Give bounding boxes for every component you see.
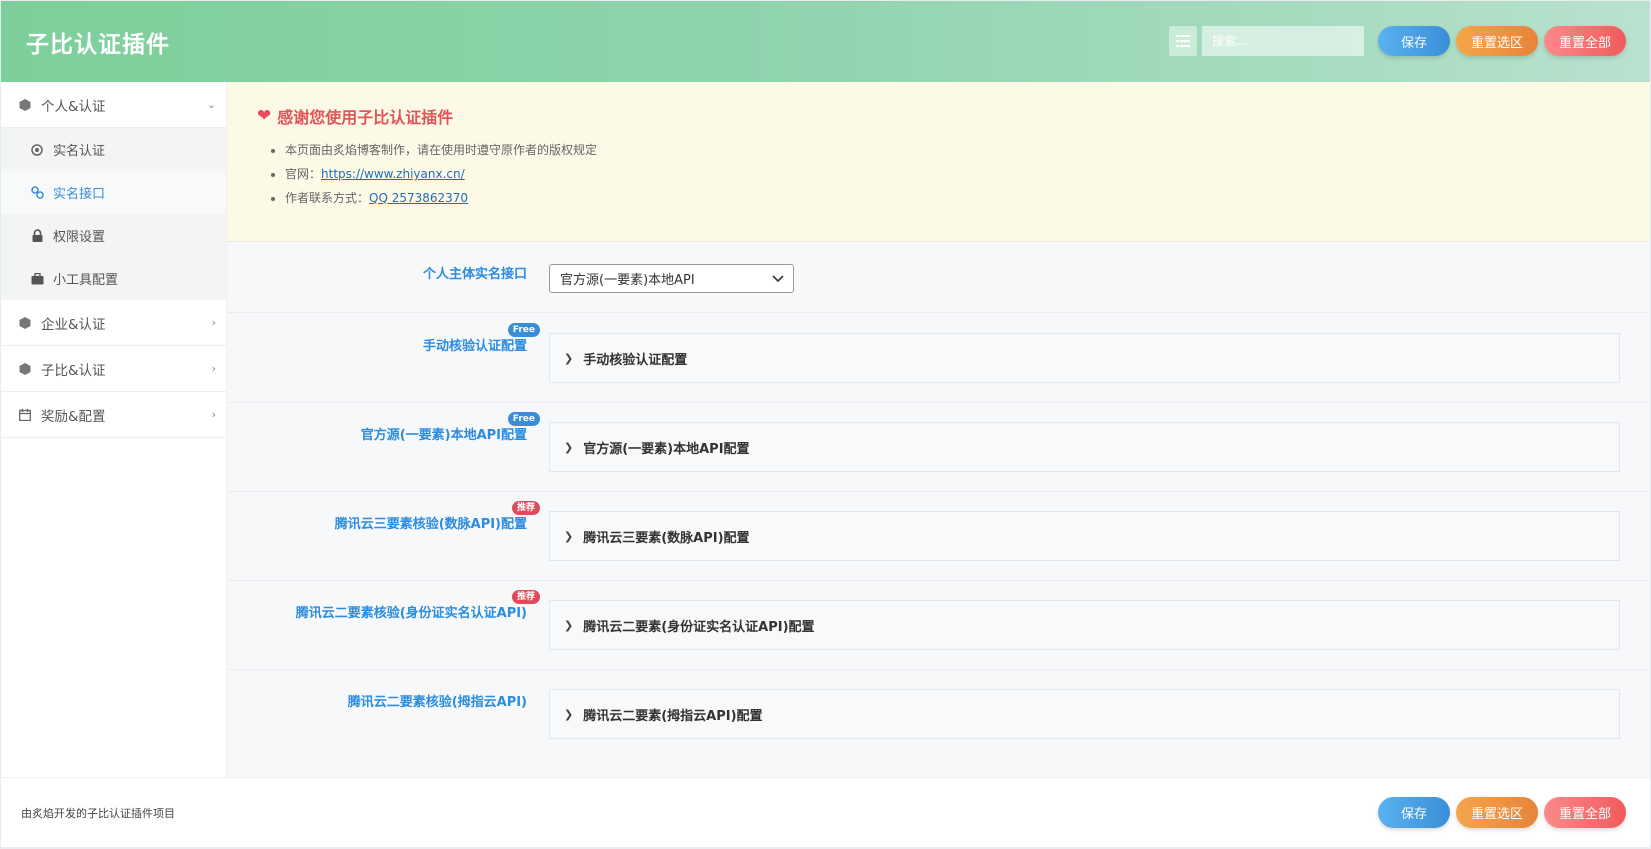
field-row-personal-api: 个人主体实名接口 官方源(一要素)本地API [227,242,1650,313]
target-icon [29,143,45,156]
field-row-manual: 手动核验认证配置 Free ❯ 手动核验认证配置 [227,313,1650,403]
app-frame: 子比认证插件 保存 重置选区 重置全部 个人&认证 ⌄ 实名认证 [1,1,1650,847]
personal-api-select[interactable]: 官方源(一要素)本地API [549,264,794,293]
sidebar-group-personal[interactable]: 个人&认证 ⌄ [1,82,226,128]
select-value: 官方源(一要素)本地API [560,273,695,288]
field-row-tencent-two-thumb: 腾讯云二要素核验(拇指云API) ❯ 腾讯云二要素(拇指云API)配置 [227,670,1650,760]
notice-box: ❤ 感谢您使用子比认证插件 本页面由炙焰博客制作，请在使用时遵守原作者的版权规定… [227,82,1650,242]
field-label: 官方源(一要素)本地API配置 Free [360,412,540,443]
field-label-text: 腾讯云二要素核验(身份证实名认证API) [295,606,527,621]
chevron-right-icon: ❯ [564,618,574,632]
free-badge: Free [507,323,540,337]
lock-icon [29,229,45,242]
app-title: 子比认证插件 [26,32,170,58]
field-label: 个人主体实名接口 [422,267,527,282]
collapse-panel-official[interactable]: ❯ 官方源(一要素)本地API配置 [549,422,1620,472]
field-row-tencent-three: 腾讯云三要素核验(数脉API)配置 推荐 ❯ 腾讯云三要素(数脉API)配置 [227,492,1650,581]
collapse-panel-tencent-three[interactable]: ❯ 腾讯云三要素(数脉API)配置 [549,511,1620,561]
calendar-icon [17,408,33,421]
footer-toolbar: 保存 重置选区 重置全部 [1372,797,1626,828]
link-icon [29,186,45,199]
sidebar-group-label: 个人&认证 [41,98,106,115]
sidebar-group-zibi[interactable]: 子比&认证 › [1,346,226,392]
sidebar: 个人&认证 ⌄ 实名认证 实名接口 权限设置 小工具配置 企业&认证 › 子比&… [1,82,227,777]
sidebar-group-rewards[interactable]: 奖励&配置 › [1,392,226,438]
header-toolbar: 保存 重置选区 重置全部 [1169,26,1626,56]
header-reset-section-button[interactable]: 重置选区 [1456,26,1538,56]
collapse-panel-manual[interactable]: ❯ 手动核验认证配置 [549,333,1620,383]
contact-link[interactable]: QQ 2573862370 [369,191,468,205]
chevron-right-icon: › [211,316,216,329]
collapse-panel-tencent-two-id[interactable]: ❯ 腾讯云二要素(身份证实名认证API)配置 [549,600,1620,650]
sidebar-item-widgets[interactable]: 小工具配置 [1,257,226,300]
footer-reset-all-button[interactable]: 重置全部 [1544,797,1626,828]
footer-text: 由炙焰开发的子比认证插件项目 [21,807,175,820]
heart-icon: ❤ [257,106,272,126]
sidebar-item-label: 实名认证 [53,144,106,159]
sidebar-group-enterprise[interactable]: 企业&认证 › [1,300,226,346]
cube-icon [17,98,33,111]
recommend-badge: 推荐 [511,590,540,604]
collapse-title: 腾讯云二要素(拇指云API)配置 [583,708,763,724]
sidebar-group-label: 子比&认证 [41,362,106,379]
search-input[interactable] [1202,26,1364,56]
collapse-panel-tencent-two-thumb[interactable]: ❯ 腾讯云二要素(拇指云API)配置 [549,689,1620,739]
collapse-title: 腾讯云二要素(身份证实名认证API)配置 [583,619,815,635]
sidebar-item-api[interactable]: 实名接口 [1,171,226,214]
free-badge: Free [507,412,540,426]
chevron-right-icon: › [211,408,216,421]
notice-title-text: 感谢您使用子比认证插件 [277,108,454,127]
briefcase-icon [29,272,45,285]
main-panel: ❤ 感谢您使用子比认证插件 本页面由炙焰博客制作，请在使用时遵守原作者的版权规定… [227,82,1650,777]
footer-reset-section-button[interactable]: 重置选区 [1456,797,1538,828]
notice-title: ❤ 感谢您使用子比认证插件 [257,104,1620,128]
site-link[interactable]: https://www.zhiyanx.cn/ [321,167,465,181]
field-label-text: 腾讯云三要素核验(数脉API)配置 [334,517,527,532]
notice-site-prefix: 官网： [285,167,322,181]
notice-line: 官网：https://www.zhiyanx.cn/ [285,162,1620,186]
cube-icon [17,316,33,329]
chevron-right-icon: › [211,362,216,375]
field-label-text: 腾讯云二要素核验(拇指云API) [347,695,527,710]
chevron-right-icon: ❯ [564,529,574,543]
notice-list: 本页面由炙焰博客制作，请在使用时遵守原作者的版权规定 官网：https://ww… [257,138,1620,210]
footer-bar: 由炙焰开发的子比认证插件项目 保存 重置选区 重置全部 [1,777,1650,847]
header-bar: 子比认证插件 保存 重置选区 重置全部 [1,1,1650,82]
sidebar-group-label: 企业&认证 [41,316,106,333]
field-row-official: 官方源(一要素)本地API配置 Free ❯ 官方源(一要素)本地API配置 [227,403,1650,492]
field-label: 腾讯云二要素核验(拇指云API) [348,691,527,710]
notice-line: 本页面由炙焰博客制作，请在使用时遵守原作者的版权规定 [285,138,1620,162]
chevron-down-icon: ⌄ [206,98,216,111]
sidebar-item-label: 实名接口 [53,187,106,202]
field-label: 腾讯云三要素核验(数脉API)配置 推荐 [334,501,540,532]
header-reset-all-button[interactable]: 重置全部 [1544,26,1626,56]
collapse-title: 手动核验认证配置 [583,352,688,368]
sidebar-item-realname[interactable]: 实名认证 [1,128,226,171]
field-label: 手动核验认证配置 Free [422,323,540,354]
notice-contact-prefix: 作者联系方式： [285,191,370,205]
list-toggle-icon[interactable] [1169,26,1197,56]
footer-save-button[interactable]: 保存 [1378,797,1450,828]
notice-line: 作者联系方式：QQ 2573862370 [285,186,1620,210]
header-save-button[interactable]: 保存 [1378,26,1450,56]
sidebar-item-label: 权限设置 [53,230,106,245]
field-label: 腾讯云二要素核验(身份证实名认证API) 推荐 [295,590,540,621]
cube-icon [17,362,33,375]
field-label-text: 官方源(一要素)本地API配置 [360,428,527,443]
sidebar-item-permissions[interactable]: 权限设置 [1,214,226,257]
chevron-right-icon: ❯ [564,707,574,721]
field-label-text: 手动核验认证配置 [422,339,527,354]
chevron-right-icon: ❯ [564,351,574,365]
chevron-right-icon: ❯ [564,440,574,454]
collapse-title: 腾讯云三要素(数脉API)配置 [583,530,750,546]
chevron-down-icon [771,271,785,289]
recommend-badge: 推荐 [511,501,540,515]
sidebar-item-label: 小工具配置 [53,273,119,288]
field-row-tencent-two-id: 腾讯云二要素核验(身份证实名认证API) 推荐 ❯ 腾讯云二要素(身份证实名认证… [227,581,1650,670]
collapse-title: 官方源(一要素)本地API配置 [583,441,750,457]
sidebar-group-label: 奖励&配置 [41,408,106,425]
